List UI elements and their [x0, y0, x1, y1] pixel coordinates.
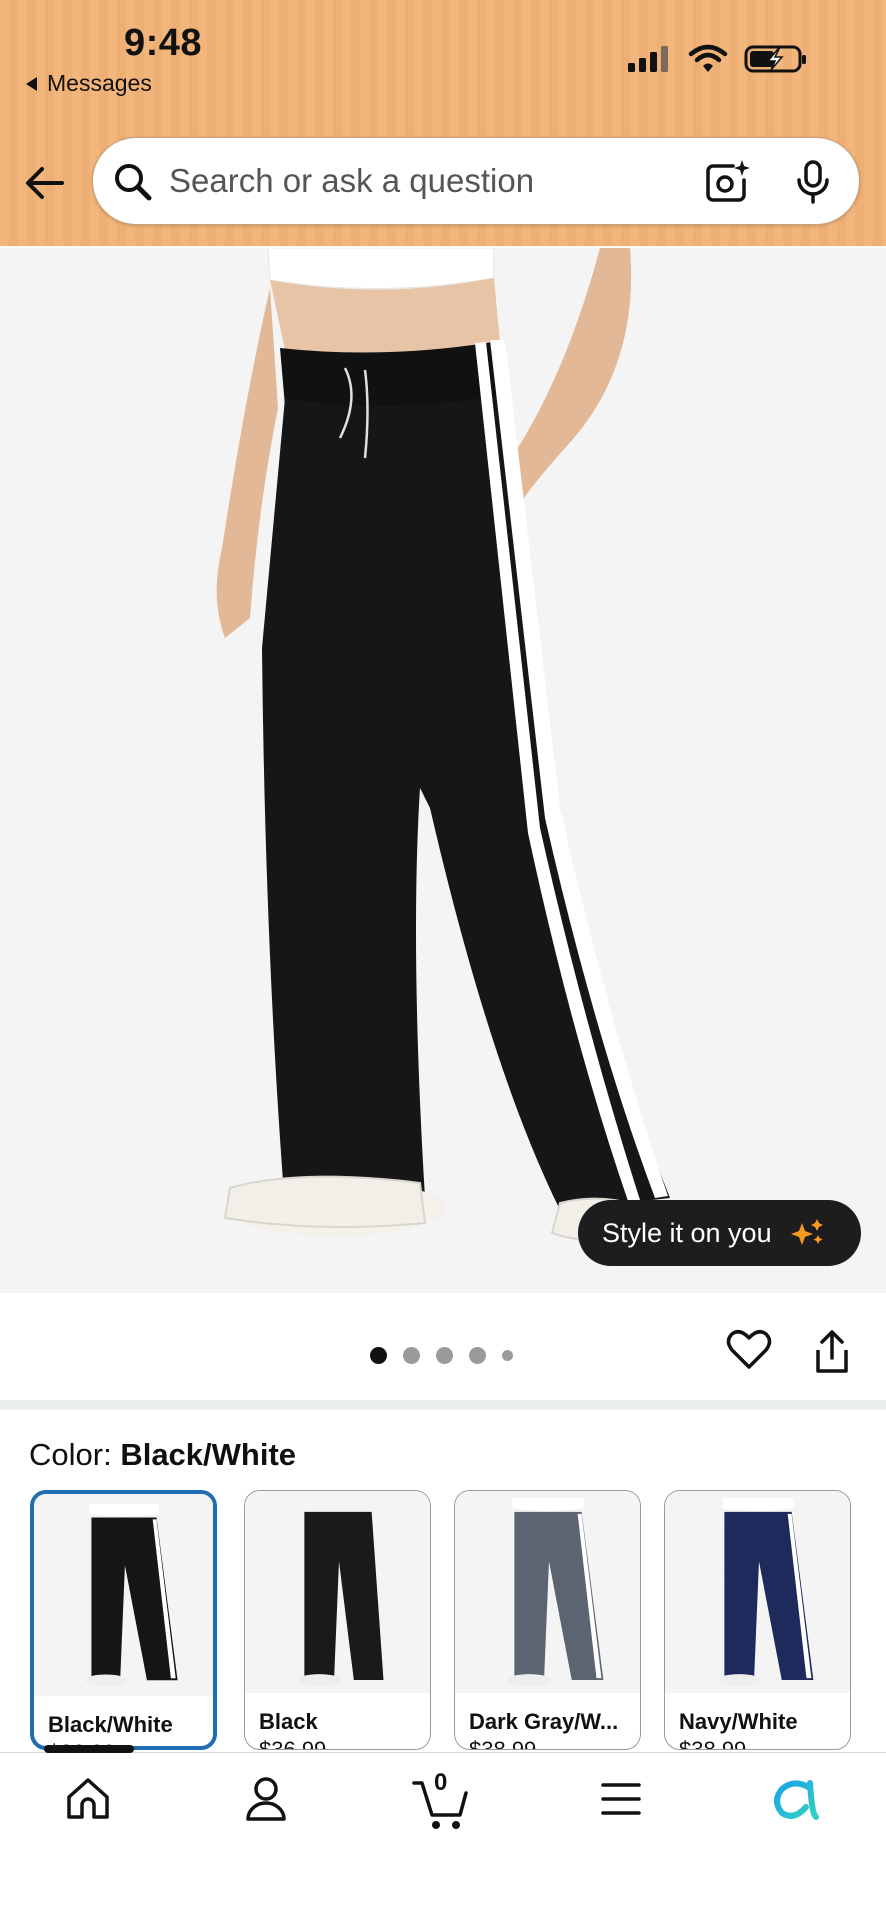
product-image[interactable]	[0, 248, 886, 1293]
share-icon[interactable]	[812, 1330, 852, 1374]
swatch-image	[455, 1491, 640, 1693]
back-triangle-icon	[26, 76, 37, 91]
carousel-dot[interactable]	[502, 1350, 513, 1361]
search-icon	[115, 164, 152, 201]
search-input[interactable]: Search or ask a question	[169, 162, 534, 200]
section-divider	[0, 1400, 886, 1410]
swatch-image	[665, 1491, 850, 1693]
color-swatch-black-white[interactable]: Black/White $36.99	[30, 1490, 217, 1750]
color-swatch-dark-gray-white[interactable]: Dark Gray/W... $38.99	[454, 1490, 641, 1750]
back-to-app-link[interactable]: Messages	[26, 70, 152, 97]
status-time: 9:48	[124, 22, 203, 64]
search-bar[interactable]: Search or ask a question	[92, 137, 860, 225]
color-swatch-navy-white[interactable]: Navy/White $38.99	[664, 1490, 851, 1750]
product-page: 9:48 Messages Search or ask a question S…	[0, 0, 886, 1920]
cart-count: 0	[434, 1769, 448, 1796]
carousel-dot[interactable]	[370, 1347, 387, 1364]
cart-button[interactable]: 0	[412, 1769, 472, 1831]
swatch-label: Navy/White	[679, 1709, 798, 1734]
heart-icon[interactable]	[726, 1329, 772, 1371]
bottom-navigation: 0	[0, 1745, 886, 1920]
selected-color: Black/White	[120, 1437, 297, 1472]
carousel-dot[interactable]	[403, 1347, 420, 1364]
wifi-icon	[688, 44, 728, 72]
style-it-on-you-button[interactable]: Style it on you	[578, 1200, 861, 1266]
carousel-dot[interactable]	[469, 1347, 486, 1364]
color-selection-label: Color: Black/White	[29, 1437, 296, 1473]
account-icon[interactable]	[242, 1775, 290, 1823]
microphone-icon[interactable]	[793, 158, 833, 206]
battery-charging-icon	[744, 45, 806, 73]
image-carousel-dots[interactable]	[370, 1347, 513, 1364]
camera-icon[interactable]	[703, 158, 751, 206]
style-it-on-you-label: Style it on you	[602, 1217, 772, 1248]
swatch-label: Dark Gray/W...	[469, 1709, 619, 1734]
color-label: Color:	[29, 1437, 121, 1472]
product-photo	[216, 248, 670, 1243]
swatch-image	[245, 1491, 430, 1693]
back-app-label: Messages	[47, 70, 152, 96]
swatch-label: Black/White	[48, 1712, 173, 1737]
carousel-dot[interactable]	[436, 1347, 453, 1364]
color-swatch-black[interactable]: Black $36.99	[244, 1490, 431, 1750]
active-tab-indicator	[44, 1745, 134, 1753]
home-icon[interactable]	[64, 1775, 112, 1823]
swatch-price: $38.99	[469, 1737, 537, 1750]
cellular-signal-icon	[628, 46, 668, 72]
swatch-price: $36.99	[259, 1737, 327, 1750]
header: 9:48 Messages Search or ask a question	[0, 0, 886, 246]
status-icons	[626, 44, 808, 74]
rufus-icon[interactable]	[770, 1775, 822, 1823]
back-arrow-icon[interactable]	[22, 160, 68, 206]
swatch-label: Black	[259, 1709, 318, 1734]
sparkle-icon	[790, 1219, 823, 1245]
swatch-price: $38.99	[679, 1737, 747, 1750]
menu-icon[interactable]	[600, 1775, 642, 1823]
swatch-image	[34, 1494, 213, 1696]
